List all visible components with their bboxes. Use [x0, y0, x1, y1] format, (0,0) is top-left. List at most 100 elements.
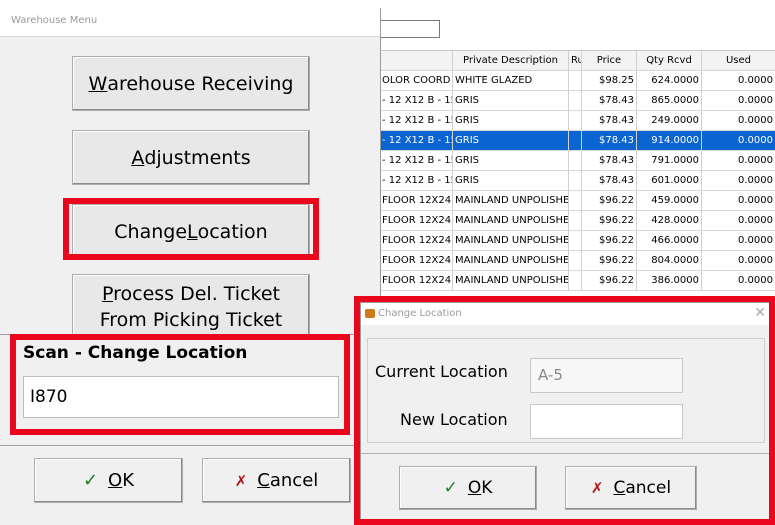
table-cell: $98.25: [582, 71, 637, 90]
table-cell: 0.0000: [738, 275, 773, 286]
table-cell: [569, 231, 582, 250]
table-cell: $96.22: [582, 271, 637, 290]
table-cell: [569, 111, 582, 130]
table-row[interactable]: FLOOR 12X24 MAINLAND UNPOLISHE $96.22 428.0…: [380, 211, 775, 231]
separator: [0, 334, 380, 335]
dialog-ok-button[interactable]: ✓ O K: [399, 466, 537, 510]
table-row[interactable]: FLOOR 12X24 MAINLAND UNPOLISHE $96.22 459.0…: [380, 191, 775, 211]
table-cell: [569, 91, 582, 110]
table-cell: [569, 251, 582, 270]
change-location-button[interactable]: Change Location: [72, 204, 310, 259]
table-row[interactable]: - 12 X12 B - 15 GRIS $78.43 249.0000 0.0000: [380, 111, 775, 131]
table-cell: 0.0000: [738, 175, 773, 186]
table-cell: 0.0000: [738, 135, 773, 146]
table-cell: 0.0000: [738, 215, 773, 226]
table-cell: 0.0000: [738, 235, 773, 246]
table-cell: - 12 X12 B - 15: [380, 131, 453, 150]
table-row[interactable]: FLOOR 12X24 MAINLAND UNPOLISHE $96.22 386.0…: [380, 271, 775, 291]
column-header[interactable]: Price: [582, 51, 637, 70]
table-cell: $96.22: [582, 191, 637, 210]
warehouse-menu-window: Warehouse Menu Warehouse Receiving Adjus…: [0, 8, 381, 525]
new-location-label: New Location: [400, 410, 508, 429]
dialog-title-bar: Change Location ✕: [361, 303, 774, 325]
table-cell: 466.0000: [637, 231, 702, 250]
table-cell: GRIS: [453, 91, 569, 110]
table-cell: MAINLAND UNPOLISHE: [453, 271, 569, 290]
cancel-x-icon: ✗: [234, 471, 248, 490]
column-header[interactable]: Ru: [569, 51, 582, 70]
table-cell: [569, 171, 582, 190]
table-cell: MAINLAND UNPOLISHE: [453, 211, 569, 230]
table-cell: 804.0000: [637, 251, 702, 270]
table-row[interactable]: FLOOR 12X24 MAINLAND UNPOLISHE $96.22 804.0…: [380, 251, 775, 271]
table-cell: FLOOR 12X24: [380, 191, 453, 210]
cancel-button[interactable]: ✗ Cancel: [202, 458, 351, 503]
table-cell: [569, 211, 582, 230]
table-row[interactable]: - 12 X12 B - 15 GRIS $78.43 601.0000 0.0000: [380, 171, 775, 191]
table-cell: $78.43: [582, 111, 637, 130]
separator: [0, 445, 380, 446]
table-row[interactable]: - 12 X12 B - 15 GRIS $78.43 914.0000 0.0000: [380, 131, 775, 151]
table-row[interactable]: - 12 X12 B - 15 GRIS $78.43 865.0000 0.0000: [380, 91, 775, 111]
table-cell: [569, 71, 582, 90]
process-line-1: Process Del. Ticket: [101, 283, 280, 305]
table-cell: 459.0000: [637, 191, 702, 210]
scan-input[interactable]: I870: [23, 376, 339, 418]
table-cell: 791.0000: [637, 151, 702, 170]
dialog-cancel-button[interactable]: ✗ Cancel: [565, 466, 697, 510]
current-location-field: A-5: [530, 358, 683, 393]
table-cell: OLOR COORD: [380, 71, 453, 90]
window-title: Warehouse Menu: [11, 15, 98, 26]
table-cell: $78.43: [582, 151, 637, 170]
column-header[interactable]: Used: [702, 51, 775, 70]
table-cell: 386.0000: [637, 271, 702, 290]
table-cell: 428.0000: [637, 211, 702, 230]
table-cell: FLOOR 12X24: [380, 231, 453, 250]
adjustments-button[interactable]: Adjustments: [72, 130, 310, 185]
table-row[interactable]: - 12 X12 B - 15 GRIS $78.43 791.0000 0.0000: [380, 151, 775, 171]
table-cell: [569, 191, 582, 210]
ok-button[interactable]: ✓ O K: [34, 458, 183, 503]
column-header[interactable]: Private Description: [453, 51, 569, 70]
check-icon: ✓: [82, 470, 99, 491]
table-cell: 0.0000: [738, 95, 773, 106]
dialog-title: Change Location: [378, 308, 462, 319]
cancel-x-icon: ✗: [590, 479, 604, 497]
table-cell: FLOOR 12X24: [380, 251, 453, 270]
change-location-dialog: Change Location ✕ Current Location A-5 N…: [360, 302, 775, 525]
process-del-ticket-button[interactable]: Process Del. Ticket From Picking Ticket: [72, 274, 310, 340]
grid-header-row: Private DescriptionRuPriceQty RcvdUsed: [380, 51, 775, 71]
table-cell: 865.0000: [637, 91, 702, 110]
table-cell: GRIS: [453, 171, 569, 190]
table-cell: - 12 X12 B - 15: [380, 91, 453, 110]
close-icon[interactable]: ✕: [754, 305, 766, 321]
table-row[interactable]: FLOOR 12X24 MAINLAND UNPOLISHE $96.22 466.0…: [380, 231, 775, 251]
table-cell: $96.22: [582, 211, 637, 230]
column-header[interactable]: [380, 51, 453, 70]
column-header[interactable]: Qty Rcvd: [637, 51, 702, 70]
table-cell: 624.0000: [637, 71, 702, 90]
app-icon: [365, 309, 375, 318]
table-cell: [569, 271, 582, 290]
table-cell: FLOOR 12X24: [380, 211, 453, 230]
title-bar: Warehouse Menu: [0, 8, 380, 37]
table-cell: GRIS: [453, 111, 569, 130]
table-cell: FLOOR 12X24: [380, 271, 453, 290]
process-line-2: From Picking Ticket: [99, 309, 283, 331]
table-cell: 0.0000: [738, 255, 773, 266]
table-cell: $78.43: [582, 91, 637, 110]
table-cell: MAINLAND UNPOLISHE: [453, 251, 569, 270]
receiving-grid: Private DescriptionRuPriceQty RcvdUsedOL…: [380, 50, 775, 291]
table-cell: 0.0000: [738, 115, 773, 126]
table-cell: 914.0000: [637, 131, 702, 150]
table-cell: [569, 151, 582, 170]
table-cell: 0.0000: [738, 195, 773, 206]
separator: [361, 453, 774, 454]
table-cell: 0.0000: [738, 75, 773, 86]
table-cell: - 12 X12 B - 15: [380, 111, 453, 130]
filter-input[interactable]: [378, 20, 440, 38]
warehouse-receiving-button[interactable]: Warehouse Receiving: [72, 56, 310, 111]
table-row[interactable]: OLOR COORD WHITE GLAZED $98.25 624.0000 0.00…: [380, 71, 775, 91]
table-cell: 249.0000: [637, 111, 702, 130]
new-location-input[interactable]: [530, 404, 683, 439]
